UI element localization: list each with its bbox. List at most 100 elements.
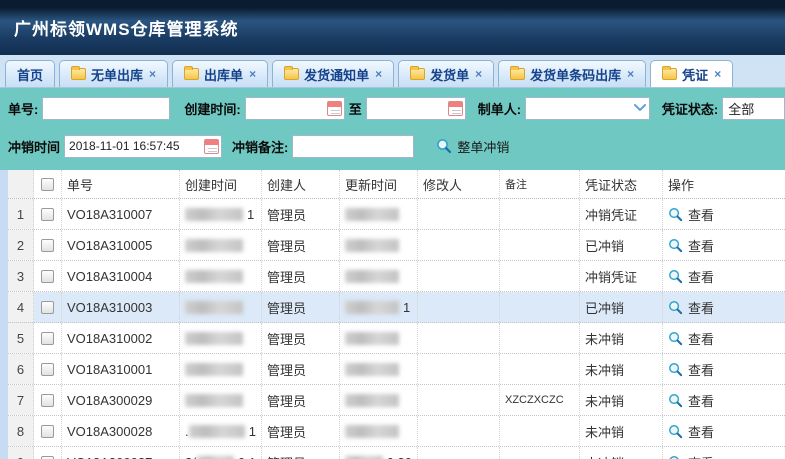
table-row[interactable]: 3 VO18A310004 管理员 冲销凭证 查看 [8, 261, 785, 292]
row-number: 3 [8, 261, 34, 291]
table-row[interactable]: 5 VO18A310002 管理员 未冲销 查看 [8, 323, 785, 354]
action-cell: 查看 [663, 354, 785, 384]
tab-无单出库[interactable]: 无单出库 × [59, 60, 168, 87]
tab-凭证[interactable]: 凭证 × [650, 60, 733, 87]
view-link[interactable]: 查看 [668, 422, 714, 441]
remark-cell [500, 261, 580, 291]
calendar-icon[interactable] [204, 139, 219, 154]
row-checkbox-cell [34, 416, 62, 446]
view-link[interactable]: 查看 [668, 391, 714, 410]
created-time-from-field [245, 97, 345, 120]
calendar-icon[interactable] [327, 101, 342, 116]
row-number: 1 [8, 199, 34, 229]
writeoff-whole-order-button[interactable]: 整单冲销 [436, 137, 509, 156]
creator-cell: 管理员 [262, 199, 340, 229]
tab-发货单[interactable]: 发货单 × [398, 60, 494, 87]
folder-icon [184, 68, 199, 80]
view-link[interactable]: 查看 [668, 360, 714, 379]
order-no-input[interactable] [42, 97, 170, 120]
row-checkbox[interactable] [41, 425, 54, 438]
row-checkbox[interactable] [41, 270, 54, 283]
creator-cell: 管理员 [262, 416, 340, 446]
view-link[interactable]: 查看 [668, 298, 714, 317]
writeoff-remark-input[interactable] [292, 135, 414, 158]
updated-time-cell: 1 [340, 292, 418, 322]
created-time-cell: . 1 [180, 416, 262, 446]
close-icon[interactable]: × [714, 67, 721, 81]
view-link[interactable]: 查看 [668, 205, 714, 224]
select-all-checkbox[interactable] [41, 178, 54, 191]
close-icon[interactable]: × [249, 67, 256, 81]
table-row[interactable]: 1 VO18A310007 1 管理员 冲销凭证 查看 [8, 199, 785, 230]
row-checkbox[interactable] [41, 301, 54, 314]
table-row[interactable]: 8 VO18A300028 . 1 管理员 未冲销 查看 [8, 416, 785, 447]
app-title: 广州标领WMS仓库管理系统 [0, 15, 239, 40]
updated-time-cell [340, 354, 418, 384]
redacted-updated-time [345, 239, 399, 252]
table-row[interactable]: 2 VO18A310005 管理员 已冲销 查看 [8, 230, 785, 261]
voucher-status-cell: 未冲销 [580, 447, 663, 459]
view-link[interactable]: 查看 [668, 453, 714, 459]
voucher-status-value: 全部 [728, 99, 754, 118]
writeoff-time-label: 冲销时间 [8, 137, 60, 156]
remark-cell [500, 292, 580, 322]
remark-cell [500, 323, 580, 353]
tab-发货单条码出库[interactable]: 发货单条码出库 × [498, 60, 646, 87]
view-link[interactable]: 查看 [668, 236, 714, 255]
redacted-updated-time [345, 301, 399, 314]
chevron-down-icon [634, 104, 646, 112]
voucher-status-cell: 未冲销 [580, 354, 663, 384]
close-icon[interactable]: × [375, 67, 382, 81]
row-number: 5 [8, 323, 34, 353]
tab-label: 首页 [17, 65, 43, 84]
voucher-status-cell: 未冲销 [580, 416, 663, 446]
view-link[interactable]: 查看 [668, 329, 714, 348]
row-checkbox[interactable] [41, 332, 54, 345]
tab-首页[interactable]: 首页 [5, 60, 55, 87]
maker-select[interactable] [525, 97, 650, 120]
close-icon[interactable]: × [149, 67, 156, 81]
row-checkbox-cell [34, 447, 62, 459]
row-checkbox[interactable] [41, 239, 54, 252]
row-checkbox-cell [34, 292, 62, 322]
tab-发货通知单[interactable]: 发货通知单 × [272, 60, 394, 87]
table-row[interactable]: 9 VO18A300027 2( 0.1 管理员 0.30 未冲销 查看 [8, 447, 785, 459]
folder-icon [410, 68, 425, 80]
order-no-cell: VO18A310002 [62, 323, 180, 353]
row-number: 9 [8, 447, 34, 459]
close-icon[interactable]: × [627, 67, 634, 81]
row-checkbox[interactable] [41, 363, 54, 376]
redacted-created-time [185, 301, 243, 314]
row-number: 6 [8, 354, 34, 384]
magnifier-icon [668, 362, 683, 377]
redacted-created-time [189, 425, 245, 438]
table-row[interactable]: 7 VO18A300029 管理员 XZCZXCZC 未冲销 查看 [8, 385, 785, 416]
order-no-label: 单号: [8, 99, 38, 118]
remark-cell [500, 416, 580, 446]
row-checkbox-cell [34, 199, 62, 229]
magnifier-icon [668, 269, 683, 284]
view-link-label: 查看 [688, 422, 714, 441]
action-cell: 查看 [663, 199, 785, 229]
table-row[interactable]: 6 VO18A310001 管理员 未冲销 查看 [8, 354, 785, 385]
writeoff-time-input[interactable] [64, 135, 222, 158]
updated-time-cell [340, 261, 418, 291]
tab-出库单[interactable]: 出库单 × [172, 60, 268, 87]
creator-cell: 管理员 [262, 292, 340, 322]
row-checkbox[interactable] [41, 394, 54, 407]
calendar-icon[interactable] [448, 101, 463, 116]
created-time-to-field [366, 97, 466, 120]
row-checkbox[interactable] [41, 208, 54, 221]
voucher-status-label: 凭证状态: [662, 99, 718, 118]
folder-icon [284, 68, 299, 80]
voucher-status-select[interactable]: 全部 [722, 97, 785, 120]
redacted-updated-time [345, 394, 399, 407]
close-icon[interactable]: × [475, 67, 482, 81]
wms-app-window: 广州标领WMS仓库管理系统 首页 无单出库 × 出库单 × 发货通知单 × 发货… [0, 0, 785, 459]
redacted-created-time [185, 208, 243, 221]
tab-label: 凭证 [682, 65, 708, 84]
magnifier-icon [668, 424, 683, 439]
view-link[interactable]: 查看 [668, 267, 714, 286]
table-row[interactable]: 4 VO18A310003 管理员 1 已冲销 查看 [8, 292, 785, 323]
row-checkbox[interactable] [41, 456, 54, 459]
